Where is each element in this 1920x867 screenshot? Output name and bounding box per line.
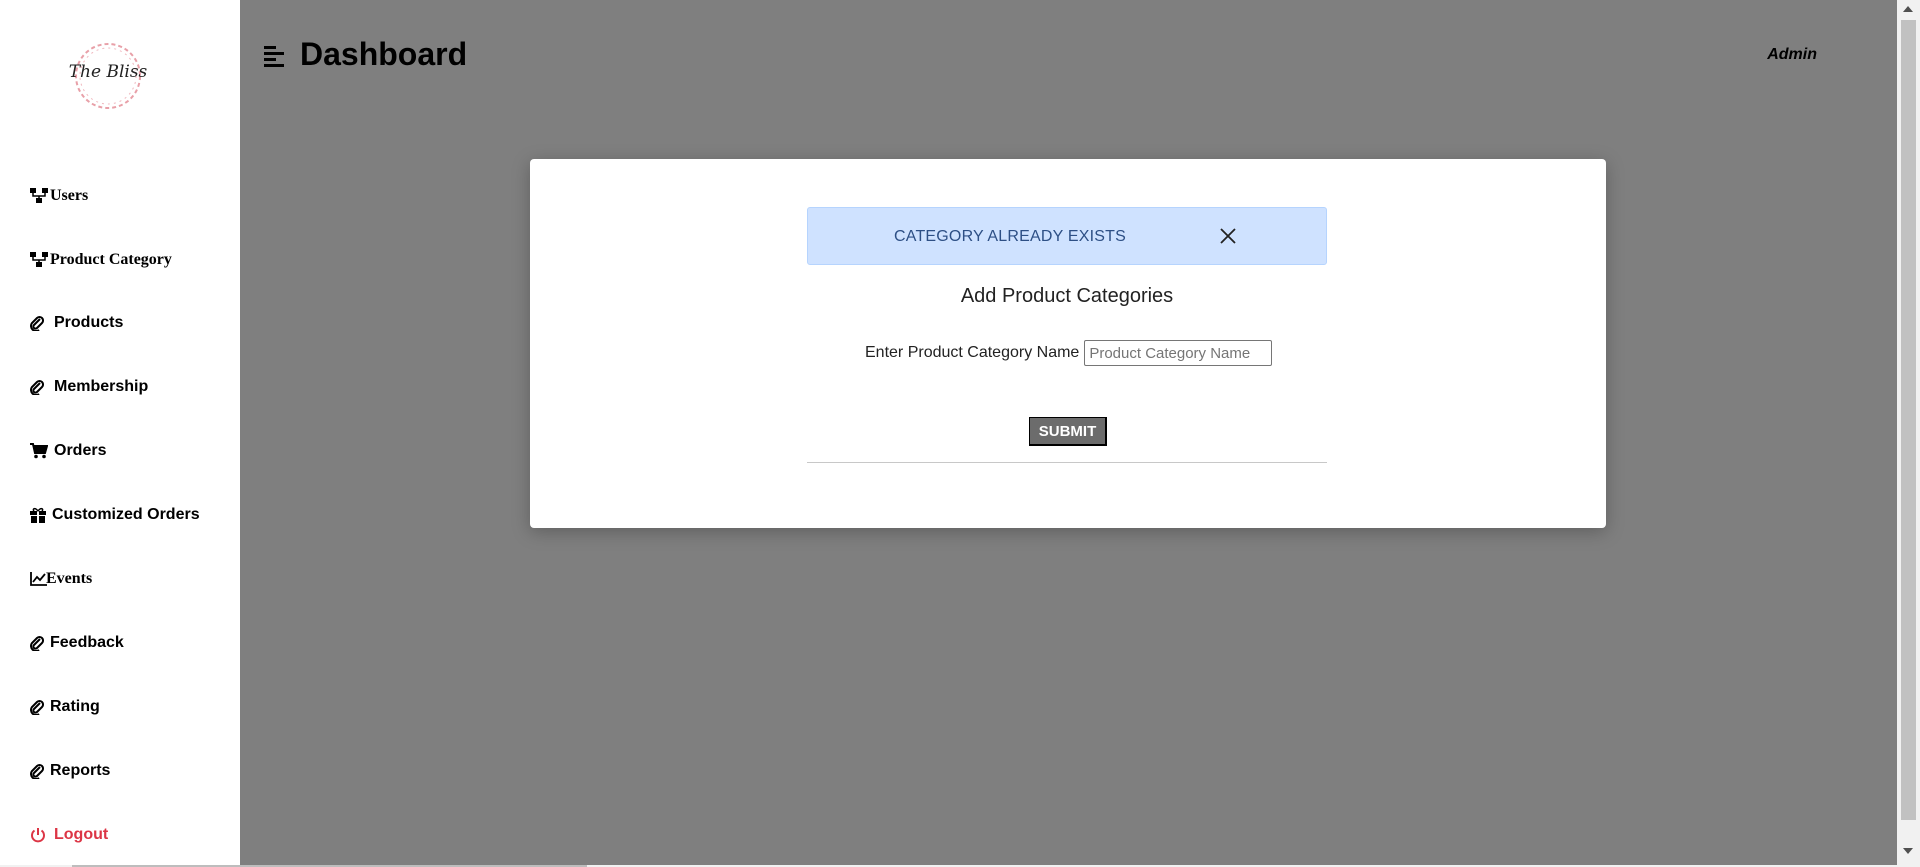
scroll-up-arrow-icon[interactable]: [1903, 6, 1913, 12]
sidebar-item-label: Product Category: [50, 251, 172, 268]
category-name-input[interactable]: [1084, 340, 1273, 366]
sidebar-item-events[interactable]: Events: [30, 565, 92, 593]
sidebar-item-orders[interactable]: Orders: [30, 437, 106, 465]
sitemap-icon: [30, 250, 50, 270]
paperclip-icon: [30, 633, 50, 653]
sidebar-item-reports[interactable]: Reports: [30, 757, 110, 785]
sidebar-item-label: Events: [46, 570, 93, 587]
paperclip-icon: [30, 377, 50, 397]
add-category-modal: CATEGORY ALREADY EXISTS Add Product Cate…: [530, 159, 1606, 528]
sidebar-item-label: Reports: [50, 762, 111, 779]
divider: [807, 462, 1327, 463]
gift-icon: [30, 505, 50, 525]
category-name-row: Enter Product Category Name: [865, 340, 1273, 366]
brand-logo[interactable]: The Bliss: [66, 36, 150, 116]
close-icon[interactable]: [1218, 226, 1238, 246]
alert-message: CATEGORY ALREADY EXISTS: [894, 228, 1126, 245]
paperclip-icon: [30, 761, 50, 781]
sidebar-item-feedback[interactable]: Feedback: [30, 629, 124, 657]
error-alert: CATEGORY ALREADY EXISTS: [807, 207, 1327, 265]
sidebar-item-label: Products: [54, 314, 124, 331]
sidebar-item-label: Users: [50, 187, 89, 204]
power-icon: [30, 825, 50, 845]
sidebar: The Bliss Users Product Category Product…: [0, 0, 240, 867]
sidebar-item-logout[interactable]: Logout: [30, 821, 108, 849]
brand-logo-text: The Bliss: [68, 62, 148, 82]
paperclip-icon: [30, 697, 50, 717]
sidebar-item-rating[interactable]: Rating: [30, 693, 100, 721]
sidebar-item-label: Customized Orders: [52, 506, 200, 523]
scroll-down-arrow-icon[interactable]: [1903, 848, 1913, 854]
sidebar-item-label: Feedback: [50, 634, 124, 651]
sidebar-item-label: Membership: [54, 378, 149, 395]
scrollbar-thumb[interactable]: [1901, 20, 1916, 820]
sidebar-item-label: Orders: [54, 442, 107, 459]
sidebar-item-product-category[interactable]: Product Category: [30, 246, 172, 274]
sidebar-item-products[interactable]: Products: [30, 309, 123, 337]
cart-icon: [30, 441, 50, 461]
sidebar-item-label: Rating: [50, 698, 100, 715]
sidebar-item-customized-orders[interactable]: Customized Orders: [30, 501, 200, 529]
sidebar-item-users[interactable]: Users: [30, 182, 88, 210]
paperclip-icon: [30, 313, 50, 333]
sitemap-icon: [30, 186, 50, 206]
vertical-scrollbar[interactable]: [1897, 0, 1920, 865]
modal-title: Add Product Categories: [960, 285, 1174, 307]
sidebar-item-membership[interactable]: Membership: [30, 373, 148, 401]
submit-button[interactable]: SUBMIT: [1029, 417, 1107, 446]
category-name-label: Enter Product Category Name: [865, 344, 1080, 361]
sidebar-item-label: Logout: [54, 826, 109, 843]
